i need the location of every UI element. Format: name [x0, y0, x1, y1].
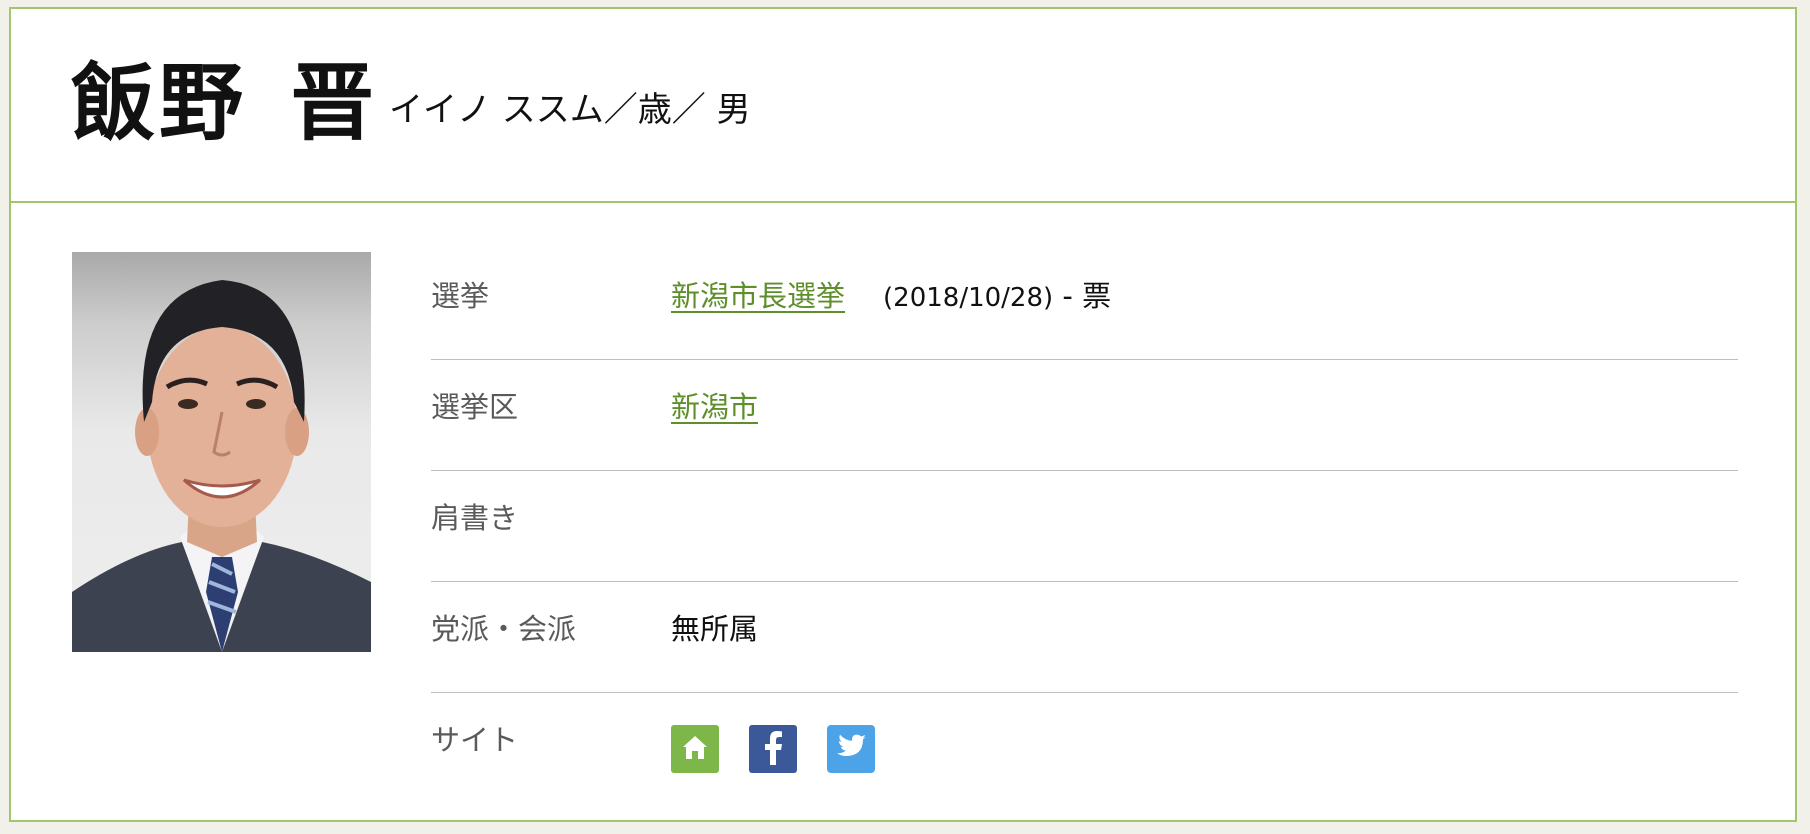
site-links	[671, 725, 875, 773]
title-row: 肩書き	[431, 471, 1738, 582]
election-value: 新潟市長選挙 (2018/10/28) - 票	[671, 279, 1111, 314]
site-row: サイト	[431, 693, 1738, 803]
election-link[interactable]: 新潟市長選挙	[671, 279, 845, 313]
site-label: サイト	[431, 723, 519, 757]
details-table: 選挙 新潟市長選挙 (2018/10/28) - 票 選挙区 新潟市 肩書き 党派…	[431, 249, 1738, 803]
facebook-icon	[758, 729, 788, 769]
home-link-button[interactable]	[671, 725, 719, 773]
district-link[interactable]: 新潟市	[671, 390, 758, 424]
election-votes: - 票	[1062, 279, 1112, 313]
twitter-link-button[interactable]	[827, 725, 875, 773]
election-date: (2018/10/28)	[883, 283, 1054, 313]
twitter-icon	[835, 733, 867, 765]
candidate-card: 飯野 晋 イイノ ススム／歳／ 男 選挙 新潟市長選挙 (2018/10/28)…	[9, 7, 1797, 822]
district-label: 選挙区	[431, 390, 519, 424]
district-row: 選挙区 新潟市	[431, 360, 1738, 471]
facebook-link-button[interactable]	[749, 725, 797, 773]
candidate-photo	[72, 252, 371, 652]
party-label: 党派・会派	[431, 612, 577, 646]
candidate-kana-age-gender: イイノ ススム／歳／ 男	[389, 90, 751, 130]
district-value: 新潟市	[671, 390, 758, 425]
profile-header: 飯野 晋 イイノ ススム／歳／ 男	[11, 9, 1795, 203]
candidate-name: 飯野 晋	[71, 54, 379, 152]
home-icon	[680, 732, 710, 766]
election-label: 選挙	[431, 279, 490, 313]
title-label: 肩書き	[431, 501, 519, 535]
party-value: 無所属	[671, 612, 759, 646]
party-row: 党派・会派 無所属	[431, 582, 1738, 693]
election-row: 選挙 新潟市長選挙 (2018/10/28) - 票	[431, 249, 1738, 360]
